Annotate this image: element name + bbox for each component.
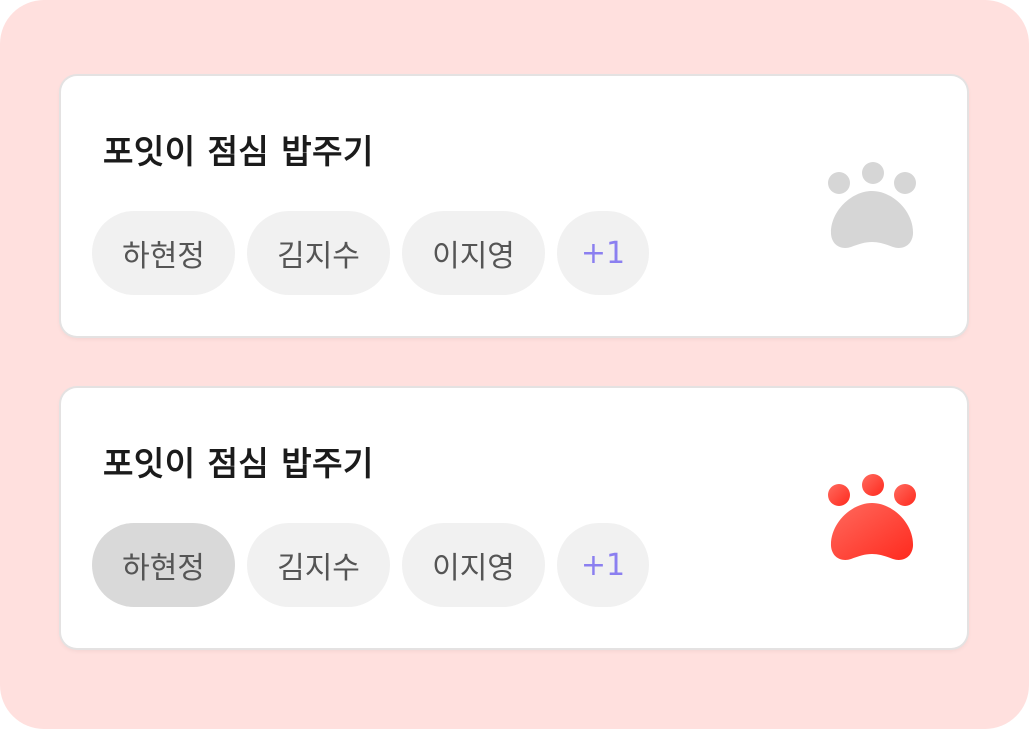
- paw-toe: [828, 172, 850, 194]
- paw-icon[interactable]: [827, 160, 917, 252]
- screen-background: 포잇이 점심 밥주기 하현정 김지수 이지영 +1 포잇이 점심 밥주기 하현정…: [0, 0, 1029, 729]
- paw-icon[interactable]: [827, 472, 917, 564]
- feeding-task-card[interactable]: 포잇이 점심 밥주기 하현정 김지수 이지영 +1: [61, 388, 967, 648]
- paw-toe: [862, 474, 884, 496]
- paw-toe: [894, 172, 916, 194]
- member-chip[interactable]: 이지영: [402, 523, 545, 607]
- task-title: 포잇이 점심 밥주기: [103, 132, 374, 171]
- member-chip-list: 하현정 김지수 이지영 +1: [92, 523, 649, 607]
- paw-toe: [862, 162, 884, 184]
- member-chip[interactable]: 이지영: [402, 211, 545, 295]
- member-chip-selected[interactable]: 하현정: [92, 523, 235, 607]
- more-members-chip[interactable]: +1: [557, 211, 649, 295]
- paw-pad: [830, 503, 914, 560]
- paw-toe: [828, 484, 850, 506]
- more-members-chip[interactable]: +1: [557, 523, 649, 607]
- task-title: 포잇이 점심 밥주기: [103, 444, 374, 483]
- feeding-task-card[interactable]: 포잇이 점심 밥주기 하현정 김지수 이지영 +1: [61, 76, 967, 336]
- paw-toe: [894, 484, 916, 506]
- member-chip[interactable]: 김지수: [247, 523, 390, 607]
- member-chip[interactable]: 하현정: [92, 211, 235, 295]
- member-chip-list: 하현정 김지수 이지영 +1: [92, 211, 649, 295]
- paw-pad: [830, 191, 914, 248]
- member-chip[interactable]: 김지수: [247, 211, 390, 295]
